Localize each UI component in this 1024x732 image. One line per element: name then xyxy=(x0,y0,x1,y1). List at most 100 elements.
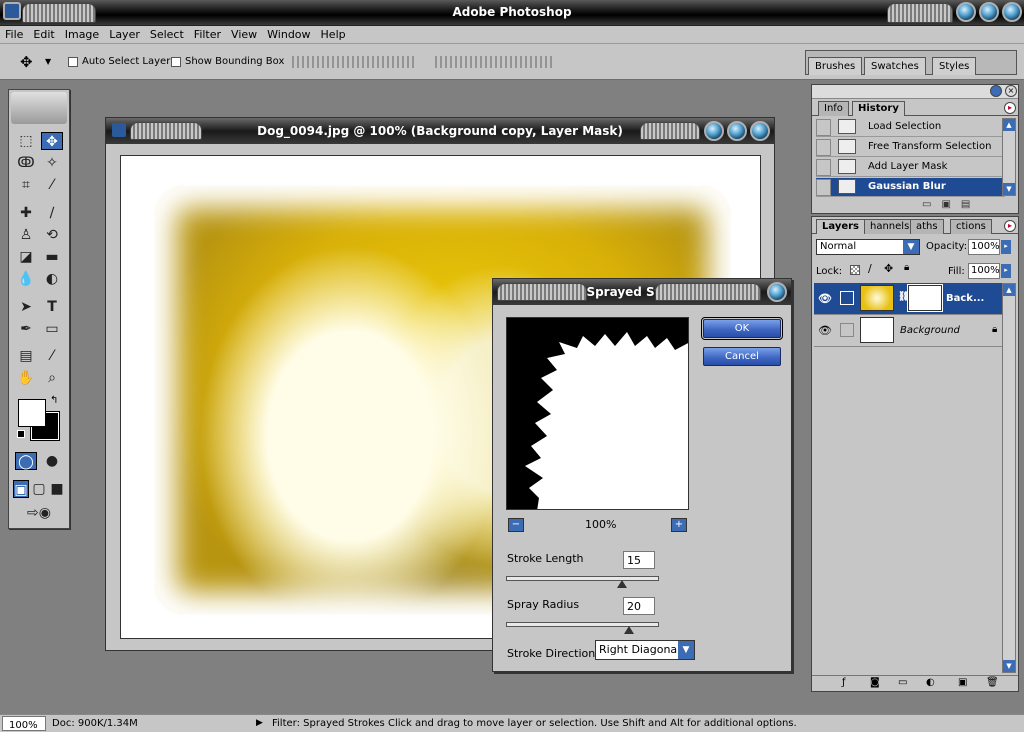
stroke-direction-select[interactable]: Right Diagonal ▼ xyxy=(595,640,695,660)
gradient-tool-icon[interactable]: ▬ xyxy=(41,248,63,266)
layers-scrollbar[interactable]: ▲ ▼ xyxy=(1002,283,1016,673)
history-snapshot-box[interactable] xyxy=(816,119,831,136)
pen-tool-icon[interactable]: ✒ xyxy=(15,320,37,338)
swap-colors-icon[interactable]: ↰ xyxy=(50,395,58,406)
history-item-selected[interactable]: Gaussian Blur xyxy=(816,178,1005,197)
marquee-tool-icon[interactable]: ⬚ xyxy=(15,132,37,150)
lock-transparent-icon[interactable] xyxy=(850,265,860,275)
scroll-up-icon[interactable]: ▲ xyxy=(1003,284,1015,296)
menu-window[interactable]: Window xyxy=(262,26,315,41)
filter-preview[interactable] xyxy=(506,317,689,510)
history-snapshot-box[interactable] xyxy=(816,139,831,156)
layer-mask-thumbnail[interactable] xyxy=(907,284,943,312)
zoom-out-button[interactable]: − xyxy=(508,518,524,532)
menu-help[interactable]: Help xyxy=(316,26,351,41)
document-minimize-button[interactable] xyxy=(704,121,724,141)
crop-tool-icon[interactable]: ⌗ xyxy=(15,176,37,194)
screen-mode-full-icon[interactable]: ■ xyxy=(49,480,65,498)
slice-tool-icon[interactable]: ⁄ xyxy=(41,176,63,194)
opacity-input[interactable]: 100% xyxy=(968,239,1000,255)
history-item[interactable]: Add Layer Mask xyxy=(816,158,1005,177)
eye-icon[interactable]: 👁︎ xyxy=(818,292,832,306)
quick-mask-mode-icon[interactable]: ● xyxy=(41,452,63,470)
move-tool-button-icon[interactable]: ✥ xyxy=(41,132,63,150)
chevron-down-icon[interactable]: ▼ xyxy=(903,240,919,254)
lasso-tool-icon[interactable]: ↂ xyxy=(15,154,37,172)
palette-well-tab-styles[interactable]: Styles xyxy=(932,57,977,75)
opacity-arrow-icon[interactable]: ▸ xyxy=(1001,240,1011,254)
dialog-close-button[interactable] xyxy=(767,282,787,302)
tab-actions[interactable]: ctions xyxy=(950,219,992,234)
healing-brush-tool-icon[interactable]: ✚ xyxy=(15,204,37,222)
magic-wand-tool-icon[interactable]: ✧ xyxy=(41,154,63,172)
layer-row-background[interactable]: 👁︎ Background 🔒︎ xyxy=(814,315,1004,347)
tab-channels[interactable]: hannels xyxy=(864,219,916,234)
lock-position-icon[interactable]: ✥ xyxy=(884,262,893,275)
dodge-tool-icon[interactable]: ◐ xyxy=(41,270,63,288)
tab-info[interactable]: Info xyxy=(818,101,849,116)
show-bounding-box-checkbox[interactable]: Show Bounding Box xyxy=(171,56,284,67)
tool-preset-dropdown-icon[interactable]: ▼ xyxy=(45,57,51,66)
shape-tool-icon[interactable]: ▭ xyxy=(41,320,63,338)
close-button[interactable] xyxy=(1002,2,1022,22)
tab-history[interactable]: History xyxy=(852,101,905,116)
status-zoom-field[interactable]: 100% xyxy=(2,716,46,731)
menu-view[interactable]: View xyxy=(226,26,262,41)
tab-layers[interactable]: Layers xyxy=(816,219,865,234)
spray-radius-input[interactable]: 20 xyxy=(623,597,655,615)
auto-select-layer-checkbox[interactable]: Auto Select Layer xyxy=(68,56,170,67)
stroke-length-slider[interactable] xyxy=(506,576,659,588)
history-snapshot-box[interactable] xyxy=(816,159,831,176)
layer-link-box[interactable] xyxy=(840,323,854,337)
history-snapshot-box[interactable] xyxy=(816,179,831,196)
screen-mode-full-menu-icon[interactable]: ▢ xyxy=(31,480,47,498)
notes-tool-icon[interactable]: ▤ xyxy=(15,347,37,365)
brush-tool-icon[interactable]: ∕ xyxy=(41,204,63,222)
foreground-color-swatch[interactable] xyxy=(18,399,46,427)
distribute-buttons-icon[interactable] xyxy=(435,56,555,68)
new-set-icon[interactable]: ▭ xyxy=(898,677,907,688)
layer-style-icon[interactable]: ƒ xyxy=(842,677,846,688)
adjustment-layer-icon[interactable]: ◐ xyxy=(926,677,935,688)
menu-layer[interactable]: Layer xyxy=(104,26,145,41)
history-item[interactable]: Load Selection xyxy=(816,118,1005,137)
path-selection-tool-icon[interactable]: ➤ xyxy=(15,298,37,316)
menu-filter[interactable]: Filter xyxy=(189,26,226,41)
palette-minimize-icon[interactable] xyxy=(990,85,1002,97)
default-colors-icon[interactable] xyxy=(17,430,25,438)
hand-tool-icon[interactable]: ✋ xyxy=(15,369,37,387)
ok-button[interactable]: OK xyxy=(701,317,783,340)
stroke-length-input[interactable]: 15 xyxy=(623,551,655,569)
trash-icon[interactable]: 🗑︎ xyxy=(986,677,999,688)
history-palette-menu-icon[interactable]: ▸ xyxy=(1004,102,1016,114)
lock-image-icon[interactable]: ∕ xyxy=(868,262,872,275)
clone-stamp-tool-icon[interactable]: ♙ xyxy=(15,226,37,244)
layer-row-background-copy[interactable]: 👁︎ ⛓︎ Back... xyxy=(814,283,1004,315)
cancel-button[interactable]: Cancel xyxy=(703,347,781,366)
menu-image[interactable]: Image xyxy=(60,26,104,41)
scroll-down-icon[interactable]: ▼ xyxy=(1003,183,1015,195)
add-mask-icon[interactable]: ◙ xyxy=(870,677,880,688)
lock-all-icon[interactable]: 🔒︎ xyxy=(904,262,909,273)
eye-icon[interactable]: 👁︎ xyxy=(818,324,832,338)
zoom-tool-icon[interactable]: ⌕ xyxy=(41,369,63,387)
menu-select[interactable]: Select xyxy=(145,26,189,41)
blend-mode-select[interactable]: Normal ▼ xyxy=(816,239,920,255)
eraser-tool-icon[interactable]: ◪ xyxy=(15,248,37,266)
tab-paths[interactable]: aths xyxy=(910,219,944,234)
menu-edit[interactable]: Edit xyxy=(28,26,59,41)
scroll-up-icon[interactable]: ▲ xyxy=(1003,119,1015,131)
zoom-in-button[interactable]: + xyxy=(671,518,687,532)
type-tool-icon[interactable]: T xyxy=(41,298,63,316)
stroke-length-slider-thumb[interactable] xyxy=(616,580,627,588)
document-maximize-button[interactable] xyxy=(727,121,747,141)
jump-to-imageready-icon[interactable]: ⇨◉ xyxy=(19,504,59,522)
fill-input[interactable]: 100% xyxy=(968,263,1000,279)
document-close-button[interactable] xyxy=(750,121,770,141)
scroll-down-icon[interactable]: ▼ xyxy=(1003,660,1015,672)
menu-file[interactable]: File xyxy=(0,26,28,41)
minimize-button[interactable] xyxy=(956,2,976,22)
auto-select-checkbox-box[interactable] xyxy=(68,56,78,67)
status-menu-arrow-icon[interactable]: ▶ xyxy=(256,718,263,728)
palette-well-tab-brushes[interactable]: Brushes xyxy=(808,57,863,75)
